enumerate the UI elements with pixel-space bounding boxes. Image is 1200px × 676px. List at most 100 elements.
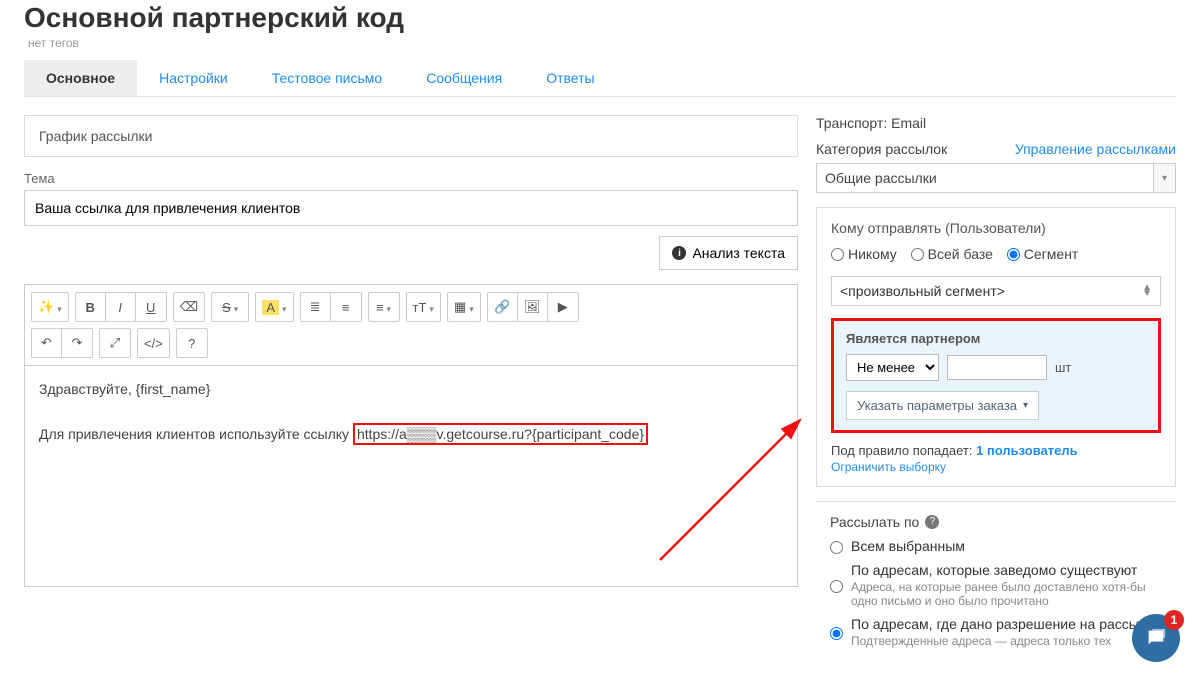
opt-all-radio[interactable] <box>830 541 843 554</box>
analyze-text-label: Анализ текста <box>692 245 785 261</box>
video-icon: ▶ <box>558 299 568 315</box>
opt-known-label: По адресам, которые заведомо существуют <box>851 562 1151 578</box>
list-ul-icon: ≣ <box>310 299 321 315</box>
rule-match: Под правило попадает: 1 пользователь <box>831 443 1161 458</box>
chevron-down-icon <box>231 300 239 315</box>
magic-icon: ✨ <box>38 299 54 315</box>
radio-segment[interactable]: Сегмент <box>1007 246 1079 262</box>
editor-body-prefix: Для привлечения клиентов используйте ссы… <box>39 426 353 442</box>
tab-main[interactable]: Основное <box>24 60 137 96</box>
video-button[interactable]: ▶ <box>548 293 578 321</box>
transport-row: Транспорт: Email <box>816 115 1176 131</box>
image-icon: 🖼 <box>524 299 541 315</box>
chevron-down-icon <box>279 300 287 315</box>
partner-link-highlight: https://a▒▒▒v.getcourse.ru?{participant_… <box>353 423 648 445</box>
rule-match-link[interactable]: 1 пользователь <box>976 443 1078 458</box>
link-button[interactable]: 🔗 <box>488 293 518 321</box>
eraser-icon: ⌫ <box>180 299 198 315</box>
radio-all-label: Всей базе <box>928 246 993 262</box>
radio-nobody[interactable]: Никому <box>831 246 897 262</box>
editor-line-body: Для привлечения клиентов используйте ссы… <box>39 423 783 445</box>
radio-segment-label: Сегмент <box>1024 246 1079 262</box>
partner-rule-title: Является партнером <box>846 331 1146 346</box>
italic-button[interactable]: I <box>106 293 136 321</box>
underline-button[interactable]: U <box>136 293 166 321</box>
tab-test-letter[interactable]: Тестовое письмо <box>250 60 404 96</box>
clear-format-button[interactable]: ⌫ <box>174 293 204 321</box>
partner-compare-select[interactable]: Не менее <box>846 354 939 381</box>
help-button[interactable]: ? <box>177 329 207 357</box>
help-icon[interactable]: ? <box>925 515 939 529</box>
table-button[interactable]: ▦ <box>448 293 480 321</box>
tabs: Основное Настройки Тестовое письмо Сообщ… <box>24 60 1176 97</box>
updown-icon: ▲▼ <box>1142 285 1152 297</box>
magic-tool-button[interactable]: ✨ <box>32 293 68 321</box>
align-icon: ≡ <box>376 300 384 315</box>
subject-label: Тема <box>24 171 798 186</box>
chevron-down-icon <box>54 300 62 315</box>
text-size-button[interactable]: тТ <box>407 293 440 321</box>
transport-value: Email <box>891 115 926 131</box>
fullscreen-button[interactable]: ⤢ <box>100 329 130 357</box>
tags-label: нет тегов <box>28 36 1172 50</box>
font-color-button[interactable]: A <box>256 293 292 321</box>
opt-all-label: Всем выбранным <box>851 538 965 554</box>
tab-messages[interactable]: Сообщения <box>404 60 524 96</box>
list-ol-icon: ≡ <box>342 300 350 315</box>
link-icon: 🔗 <box>494 299 510 315</box>
category-label: Категория рассылок <box>816 141 947 157</box>
bold-button[interactable]: B <box>76 293 106 321</box>
editor-toolbar: ✨ B I U ⌫ S A <box>25 285 797 366</box>
chevron-down-icon <box>466 300 474 315</box>
page-title: Основной партнерский код <box>24 2 1176 34</box>
segment-select[interactable]: <произвольный сегмент> ▲▼ <box>831 276 1161 306</box>
order-params-button[interactable]: Указать параметры заказа ▾ <box>846 391 1039 420</box>
limit-selection-link[interactable]: Ограничить выборку <box>831 460 946 474</box>
partner-count-input[interactable] <box>947 355 1047 380</box>
opt-known-radio[interactable] <box>830 565 843 608</box>
analyze-text-button[interactable]: i Анализ текста <box>659 236 798 270</box>
opt-allowed-radio[interactable] <box>830 619 843 648</box>
ul-button[interactable]: ≣ <box>301 293 331 321</box>
rich-editor: ✨ B I U ⌫ S A <box>24 284 798 587</box>
text-size-icon: тТ <box>413 300 427 315</box>
partner-unit: шт <box>1055 360 1071 375</box>
chevron-down-icon: ▾ <box>1023 400 1028 411</box>
chevron-down-icon <box>384 300 392 315</box>
paragraph-icon: S <box>222 300 231 315</box>
rule-match-prefix: Под правило попадает: <box>831 443 976 458</box>
recipients-title: Кому отправлять (Пользователи) <box>831 220 1161 236</box>
undo-icon: ↶ <box>41 335 52 351</box>
transport-label: Транспорт: <box>816 115 887 131</box>
editor-line-greeting: Здравствуйте, {first_name} <box>39 378 783 400</box>
manage-mailings-link[interactable]: Управление рассылками <box>1015 141 1176 157</box>
chat-icon <box>1145 627 1167 649</box>
table-icon: ▦ <box>454 299 466 315</box>
info-icon: i <box>672 246 686 260</box>
category-select[interactable]: Общие рассылки <box>816 163 1176 193</box>
question-icon: ? <box>188 336 195 351</box>
tab-replies[interactable]: Ответы <box>524 60 616 96</box>
redo-icon: ↷ <box>72 335 83 351</box>
chevron-down-icon <box>426 300 434 315</box>
opt-allowed-label: По адресам, где дано разрешение на рассы… <box>851 616 1161 632</box>
subject-input[interactable] <box>24 190 798 226</box>
opt-known-desc: Адреса, на которые ранее было доставлено… <box>851 580 1151 608</box>
order-params-label: Указать параметры заказа <box>857 398 1017 413</box>
code-button[interactable]: </> <box>138 329 169 357</box>
font-a-icon: A <box>262 300 279 315</box>
undo-button[interactable]: ↶ <box>32 329 62 357</box>
schedule-panel[interactable]: График рассылки <box>24 115 798 157</box>
chat-badge: 1 <box>1164 610 1184 630</box>
redo-button[interactable]: ↷ <box>62 329 92 357</box>
align-button[interactable]: ≡ <box>369 293 399 321</box>
image-button[interactable]: 🖼 <box>518 293 548 321</box>
radio-all[interactable]: Всей базе <box>911 246 993 262</box>
tab-settings[interactable]: Настройки <box>137 60 250 96</box>
paragraph-button[interactable]: S <box>212 293 248 321</box>
editor-body[interactable]: Здравствуйте, {first_name} Для привлечен… <box>25 366 797 586</box>
ol-button[interactable]: ≡ <box>331 293 361 321</box>
segment-select-value: <произвольный сегмент> <box>840 283 1005 299</box>
send-by-title: Рассылать по <box>830 514 919 530</box>
chat-fab[interactable]: 1 <box>1132 614 1180 662</box>
